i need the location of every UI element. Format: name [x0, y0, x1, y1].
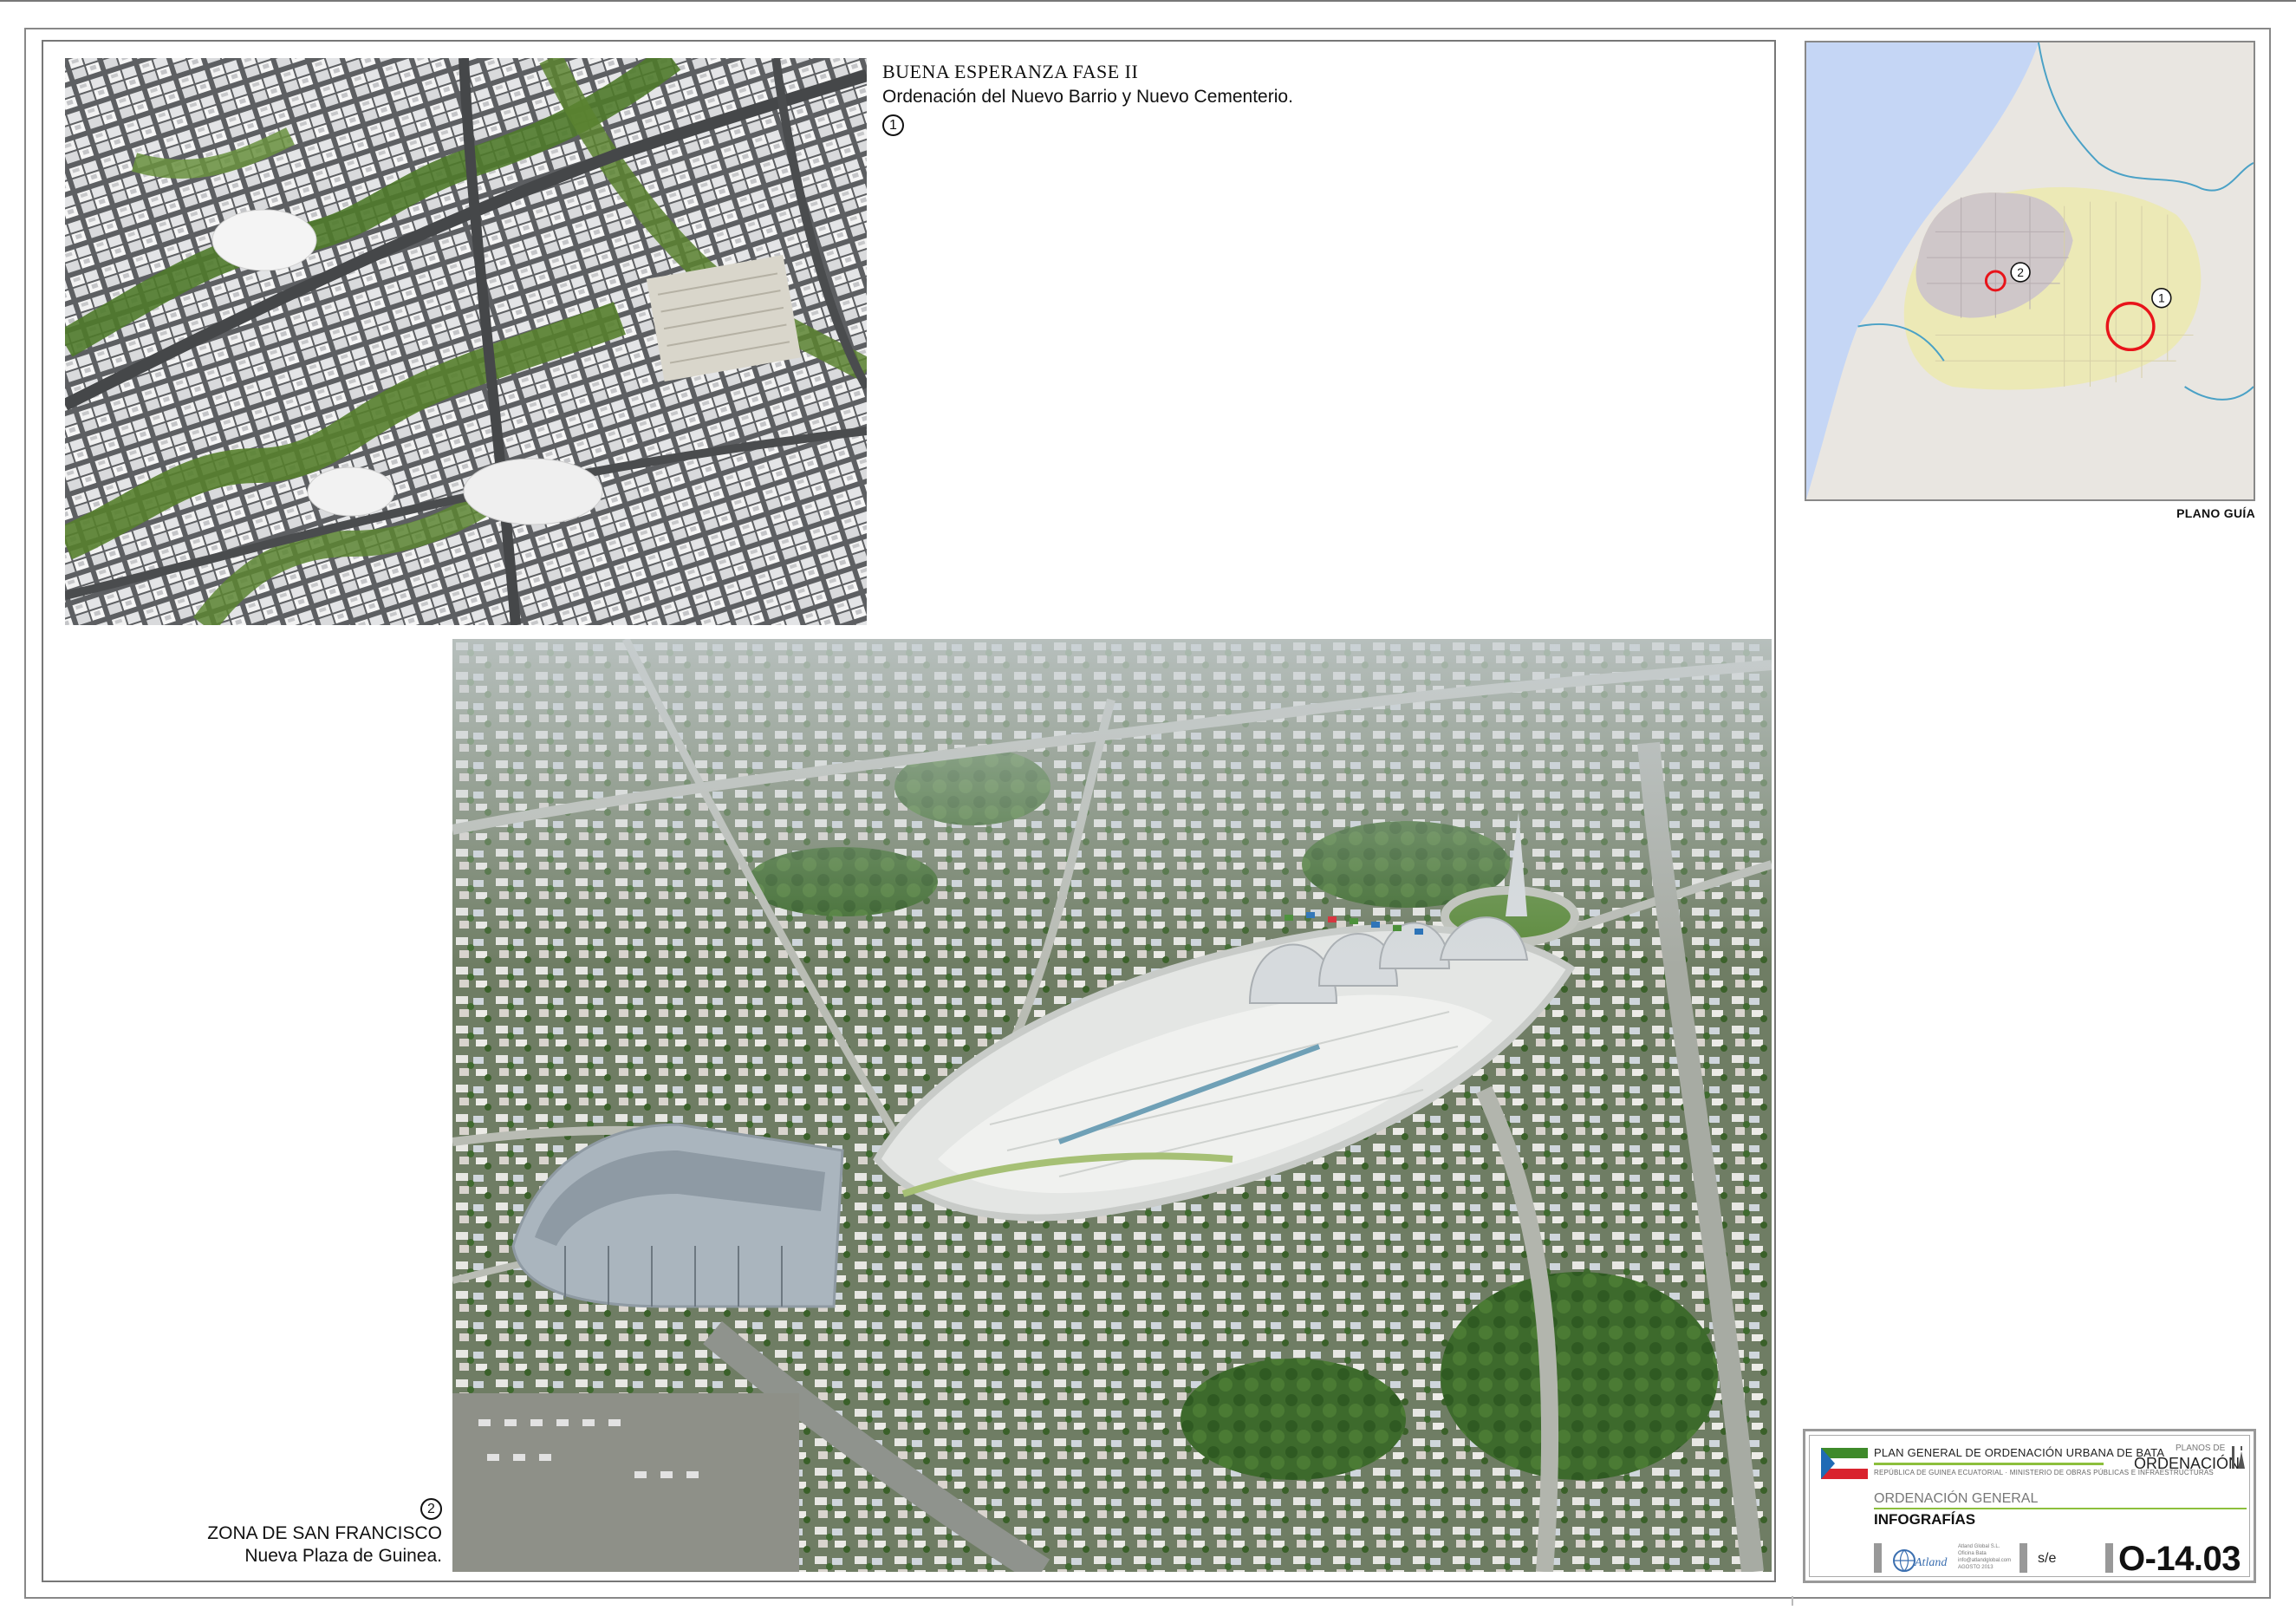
- ordenacion-label: ORDENACIÓN: [2134, 1455, 2241, 1472]
- atland-logo-icon: Atland: [1893, 1549, 1948, 1572]
- title-block: PLAN GENERAL DE ORDENACIÓN URBANA DE BAT…: [1803, 1429, 2256, 1583]
- guide-marker-1: 1: [2158, 291, 2165, 305]
- svg-text:Atland: Atland: [1914, 1556, 1948, 1569]
- marker-2: 2: [420, 1498, 442, 1520]
- marker-1: 1: [882, 114, 904, 136]
- equatorial-guinea-flag-icon: [1821, 1448, 1868, 1479]
- accent-line-2: [1874, 1508, 2247, 1509]
- top-panel-subtitle: Ordenación del Nuevo Barrio y Nuevo Ceme…: [882, 87, 1293, 107]
- bottom-caption-line2: Nueva Plaza de Guinea.: [244, 1546, 442, 1566]
- plaza-de-guinea-render: [452, 639, 1772, 1572]
- top-panel-titles: BUENA ESPERANZA FASE II Ordenación del N…: [882, 61, 1293, 136]
- accent-line: [1874, 1463, 2104, 1465]
- planos-de-label: PLANOS DE: [2176, 1444, 2226, 1453]
- tag-marker-2: [2020, 1543, 2027, 1573]
- scale-label: s/e: [2038, 1551, 2057, 1566]
- sheet-code: O-14.03: [2118, 1540, 2241, 1578]
- company-info: Atland Global S.L. Oficina Bata info@atl…: [1958, 1544, 2012, 1570]
- bottom-caption-line1: ZONA DE SAN FRANCISCO: [207, 1523, 442, 1543]
- tag-marker-3: [2105, 1543, 2113, 1573]
- tag-marker-1: [1874, 1543, 1882, 1573]
- buena-esperanza-render: [65, 58, 867, 625]
- guide-map: 2 1: [1805, 41, 2255, 501]
- title-block-inner: PLAN GENERAL DE ORDENACIÓN URBANA DE BAT…: [1809, 1435, 2250, 1578]
- ordenacion-icon: [2232, 1446, 2245, 1469]
- guide-marker-2: 2: [2017, 265, 2024, 279]
- top-panel-title: BUENA ESPERANZA FASE II: [882, 61, 1139, 82]
- sheet-title: INFOGRAFÍAS: [1874, 1511, 1976, 1528]
- section-label: ORDENACIÓN GENERAL: [1874, 1491, 2039, 1506]
- plan-title: PLAN GENERAL DE ORDENACIÓN URBANA DE BAT…: [1874, 1446, 2165, 1459]
- bottom-panel-caption: 2 ZONA DE SAN FRANCISCO Nueva Plaza de G…: [207, 1498, 442, 1567]
- guide-map-label: PLANO GUÍA: [2176, 506, 2255, 520]
- footer-tick: [1792, 1596, 1793, 1606]
